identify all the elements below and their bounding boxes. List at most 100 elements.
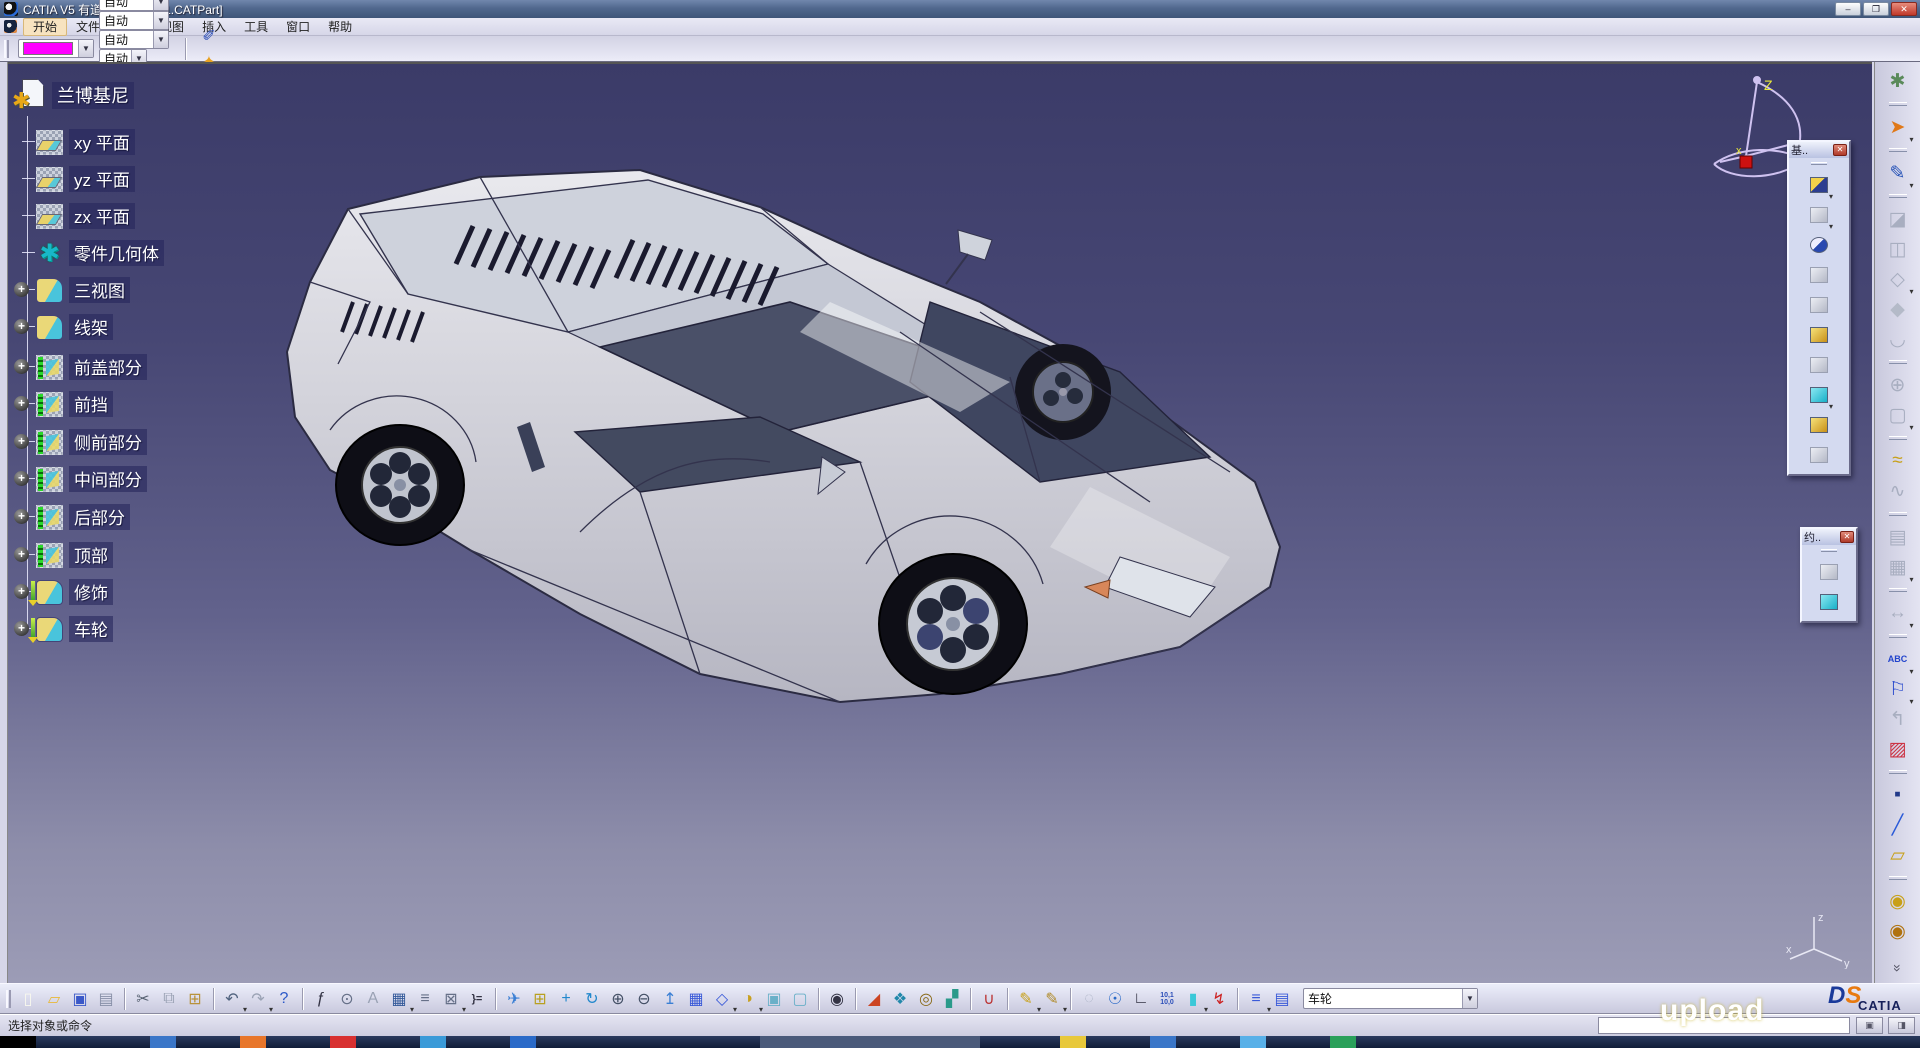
tree-item-label[interactable]: 车轮 <box>69 616 113 642</box>
tree-root-label[interactable]: 兰博基尼 <box>52 82 134 109</box>
tree-item-label[interactable]: zx 平面 <box>69 203 135 229</box>
camera-icon[interactable]: ◉ <box>824 986 850 1012</box>
tree-item-label[interactable]: 修饰 <box>69 579 113 605</box>
toolbar-grip[interactable] <box>1889 512 1907 516</box>
minimize-button[interactable]: – <box>1835 2 1861 16</box>
hole-icon[interactable] <box>1805 291 1833 318</box>
project-icon[interactable]: ◡ <box>1883 324 1913 354</box>
expand-plus-icon[interactable]: + <box>14 359 29 374</box>
taskbar-item-7[interactable] <box>1060 1036 1086 1048</box>
tree-item-7[interactable]: +前挡 <box>36 389 113 419</box>
target-icon[interactable]: ⊕ <box>1883 370 1913 400</box>
constraint-icon[interactable] <box>1815 558 1843 585</box>
loft-icon[interactable] <box>1805 441 1833 468</box>
tree-item-label[interactable]: xy 平面 <box>69 129 135 155</box>
taskbar-item-5[interactable] <box>510 1036 536 1048</box>
trim-surface-icon[interactable]: ◫ <box>1883 234 1913 264</box>
grid-icon[interactable]: ▦ <box>1883 552 1913 582</box>
power-copy-icon[interactable]: ↯ <box>1206 986 1232 1012</box>
parameters-icon[interactable]: }= <box>464 986 490 1012</box>
menu-item-0[interactable]: 开始 <box>23 18 67 36</box>
extract-icon[interactable]: ◆ <box>1883 294 1913 324</box>
copy-graphic-properties-icon[interactable]: ✐ <box>196 23 222 49</box>
flag-note-icon[interactable]: ⚐ <box>1883 674 1913 704</box>
tree-structure-icon[interactable]: ≡ <box>412 986 438 1012</box>
toolbar-grip[interactable] <box>1889 102 1907 106</box>
constraint-dim-icon[interactable] <box>1815 588 1843 615</box>
tree-item-label[interactable]: 后部分 <box>69 504 130 530</box>
fly-mode-icon[interactable]: ✈ <box>501 986 527 1012</box>
menu-item-6[interactable]: 窗口 <box>277 19 319 35</box>
tree-item-2[interactable]: zx 平面 <box>36 201 135 231</box>
pocket-icon[interactable] <box>1805 201 1833 228</box>
expand-plus-icon[interactable]: + <box>14 434 29 449</box>
toolbar-grip[interactable] <box>1889 148 1907 152</box>
select-cursor-icon[interactable]: ➤ <box>1883 112 1913 142</box>
solid-combine-icon[interactable] <box>1805 381 1833 408</box>
tree-item-label[interactable]: 侧前部分 <box>69 429 147 455</box>
split-surface-icon[interactable]: ◪ <box>1883 204 1913 234</box>
tree-item-6[interactable]: +前盖部分 <box>36 352 147 382</box>
zoom-out-icon[interactable]: ⊖ <box>631 986 657 1012</box>
features-palette[interactable]: 基.. ✕ <box>1787 140 1851 476</box>
car-model[interactable] <box>8 64 1872 983</box>
catalog-icon[interactable]: ▤ <box>1269 986 1295 1012</box>
formula-icon[interactable]: ƒ <box>308 986 334 1012</box>
toolbar-grip[interactable] <box>1889 588 1907 592</box>
taskbar-item-1[interactable] <box>150 1036 176 1048</box>
plane-icon[interactable]: ▱ <box>1883 840 1913 870</box>
exchange-icon[interactable]: ▮ <box>1180 986 1206 1012</box>
mapping-analysis-icon[interactable]: ◎ <box>913 986 939 1012</box>
sketch-export-icon[interactable]: ✎ <box>1039 986 1065 1012</box>
list-icon[interactable]: ≡ <box>1243 986 1269 1012</box>
windows-taskbar[interactable] <box>0 1036 1920 1048</box>
taskbar-item-9[interactable] <box>1240 1036 1266 1048</box>
line-icon[interactable]: ╱ <box>1883 810 1913 840</box>
tree-item-label[interactable]: 顶部 <box>69 542 113 568</box>
tree-item-4[interactable]: +三视图 <box>36 275 130 305</box>
copy-icon[interactable]: ⧉ <box>156 986 182 1012</box>
render-style-icon[interactable]: ◑ <box>735 986 761 1012</box>
save-icon[interactable]: ▣ <box>67 986 93 1012</box>
normal-view-icon[interactable]: ↥ <box>657 986 683 1012</box>
rib-icon[interactable] <box>1805 321 1833 348</box>
tree-item-0[interactable]: xy 平面 <box>36 127 135 157</box>
taskbar-item-2[interactable] <box>240 1036 266 1048</box>
named-view-icon[interactable]: ▣ <box>761 986 787 1012</box>
groove-icon[interactable] <box>1805 261 1833 288</box>
design-table-icon[interactable]: ▦ <box>386 986 412 1012</box>
taskbar-item-8[interactable] <box>1150 1036 1176 1048</box>
menu-item-7[interactable]: 帮助 <box>319 19 361 35</box>
new-document-icon[interactable]: ▯ <box>15 986 41 1012</box>
helix-icon[interactable]: ∿ <box>1883 476 1913 506</box>
thick-surface-icon[interactable]: ▤ <box>1883 522 1913 552</box>
chevron-down-icon[interactable]: ▼ <box>153 31 168 48</box>
paste-icon[interactable]: ⊞ <box>182 986 208 1012</box>
tree-item-1[interactable]: yz 平面 <box>36 164 135 194</box>
fill-surface-icon[interactable]: ▢ <box>1883 400 1913 430</box>
tree-item-label[interactable]: 前挡 <box>69 391 113 417</box>
whats-this-icon[interactable]: ? <box>271 986 297 1012</box>
sketcher-icon[interactable]: ✎ <box>1883 158 1913 188</box>
fit-all-in-icon[interactable]: ⊞ <box>527 986 553 1012</box>
format-combo-0[interactable]: 自动▼ <box>99 0 169 11</box>
shaft-icon[interactable] <box>1805 231 1833 258</box>
hide-show-icon[interactable]: ▢ <box>787 986 813 1012</box>
transformation-icon[interactable]: ↔ <box>1883 598 1913 628</box>
tree-item-label[interactable]: 零件几何体 <box>69 240 164 266</box>
close-button[interactable]: ✕ <box>1891 2 1917 16</box>
chevron-down-icon[interactable]: ▼ <box>153 12 168 29</box>
tree-item-label[interactable]: 线架 <box>69 314 113 340</box>
pan-icon[interactable]: + <box>553 986 579 1012</box>
chevron-down-icon[interactable]: ▼ <box>1462 989 1477 1008</box>
sketch-tracer-icon[interactable]: ✎ <box>1013 986 1039 1012</box>
units-icon[interactable]: 10,110,0 <box>1154 986 1180 1012</box>
taskbar-item-10[interactable] <box>1330 1036 1356 1048</box>
annotation-abc-icon[interactable]: ABC <box>1883 644 1913 674</box>
open-icon[interactable]: ▱ <box>41 986 67 1012</box>
manipulate-icon[interactable]: ☉ <box>1102 986 1128 1012</box>
toolbar-grip[interactable] <box>1889 634 1907 638</box>
format-combo-1[interactable]: 自动▼ <box>99 11 169 30</box>
taskbar-item-4[interactable] <box>420 1036 446 1048</box>
redo-icon[interactable]: ↷ <box>245 986 271 1012</box>
